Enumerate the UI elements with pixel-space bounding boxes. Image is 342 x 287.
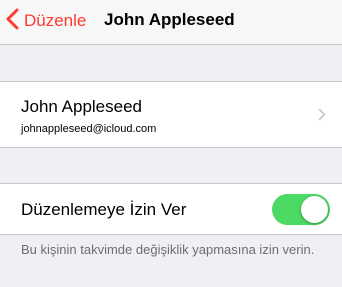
contact-name: John Appleseed [21, 97, 142, 116]
allow-editing-switch[interactable] [272, 194, 330, 225]
contact-email: johnappleseed@icloud.com [21, 123, 157, 135]
back-button[interactable]: Düzenle [6, 8, 86, 34]
allow-editing-label: Düzenlemeye İzin Ver [21, 200, 187, 219]
page-title: John Appleseed [104, 10, 235, 29]
switch-knob [301, 196, 328, 223]
chevron-left-icon [6, 8, 19, 35]
footer-description: Bu kişinin takvimde değişiklik yapmasına… [21, 242, 315, 257]
back-button-label: Düzenle [24, 11, 87, 30]
contact-cell[interactable]: John Appleseed johnappleseed@icloud.com [0, 81, 342, 148]
allow-editing-cell: Düzenlemeye İzin Ver [0, 183, 342, 235]
navigation-bar: Düzenle John Appleseed [0, 0, 342, 45]
